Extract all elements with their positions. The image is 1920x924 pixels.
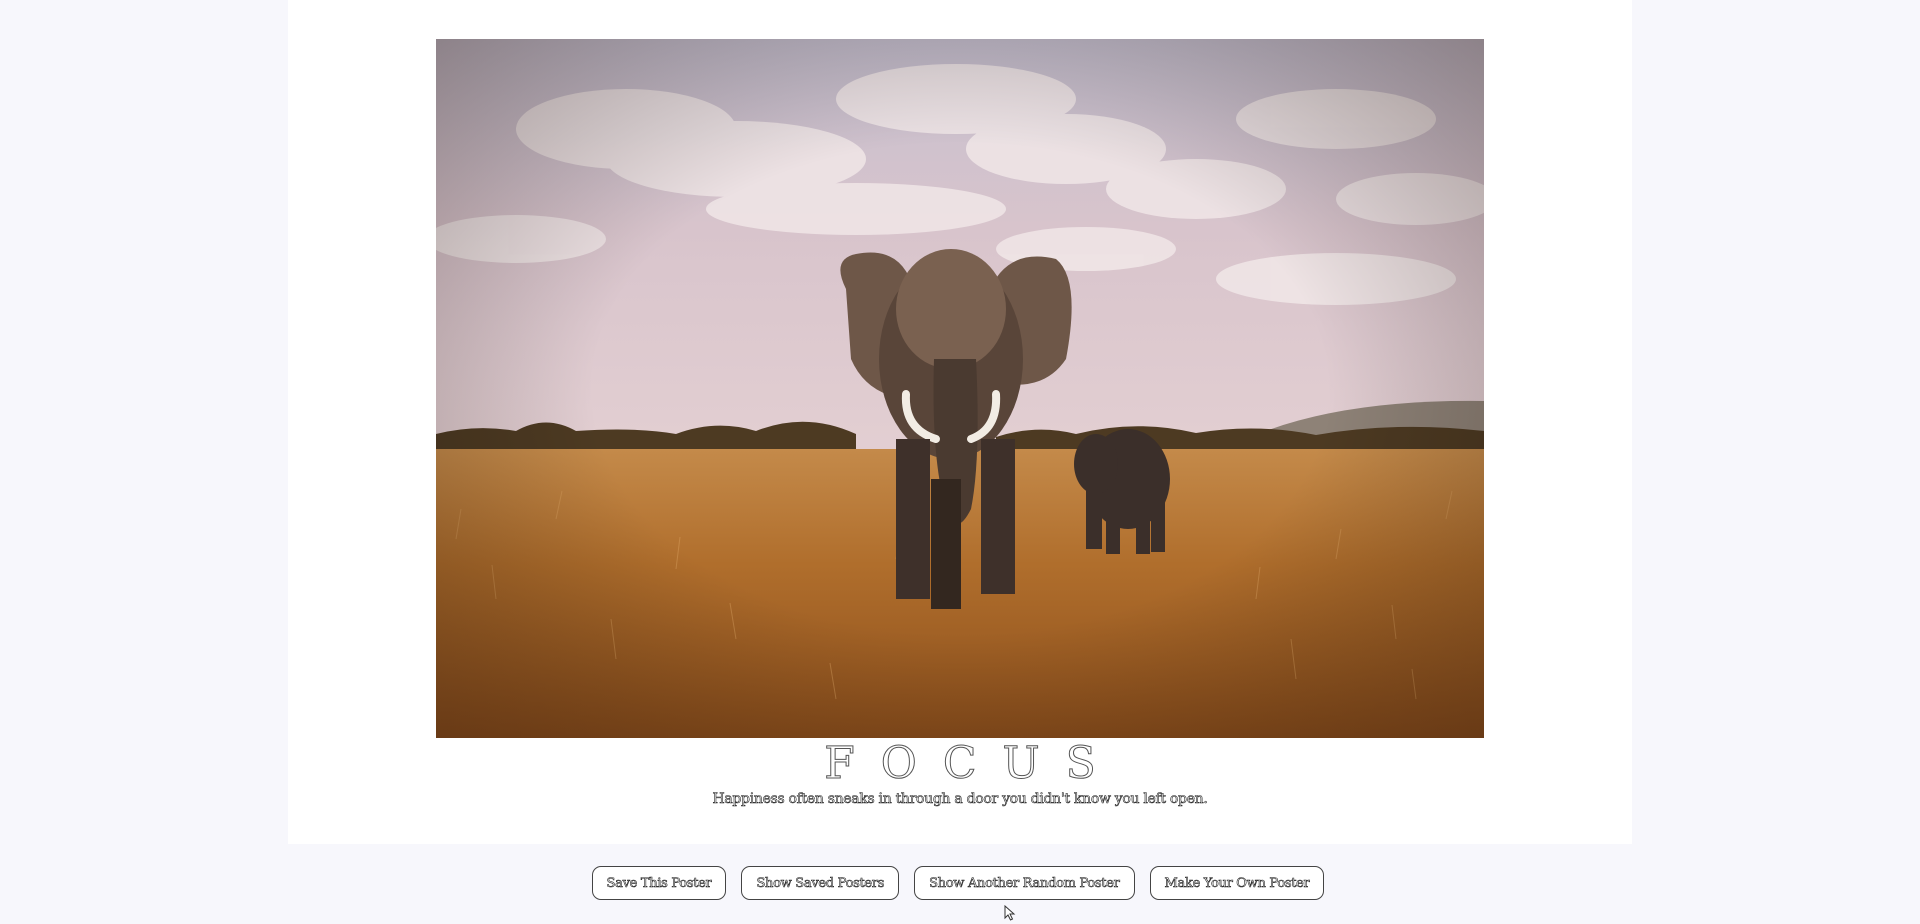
poster-image [436, 39, 1484, 738]
make-own-poster-button[interactable]: Make Your Own Poster [1149, 866, 1325, 900]
save-poster-button[interactable]: Save This Poster [591, 866, 727, 900]
show-saved-posters-button[interactable]: Show Saved Posters [741, 866, 900, 900]
poster-actions: Save This Poster Show Saved Posters Show… [0, 866, 1920, 900]
mouse-cursor-icon [1004, 905, 1016, 921]
elephant-photo [436, 39, 1484, 738]
poster-title: FOCUS [824, 738, 1122, 790]
show-random-poster-button[interactable]: Show Another Random Poster [914, 866, 1135, 900]
main-poster: FOCUS Happiness often sneaks in through … [288, 0, 1632, 844]
poster-quote: Happiness often sneaks in through a door… [712, 791, 1208, 808]
